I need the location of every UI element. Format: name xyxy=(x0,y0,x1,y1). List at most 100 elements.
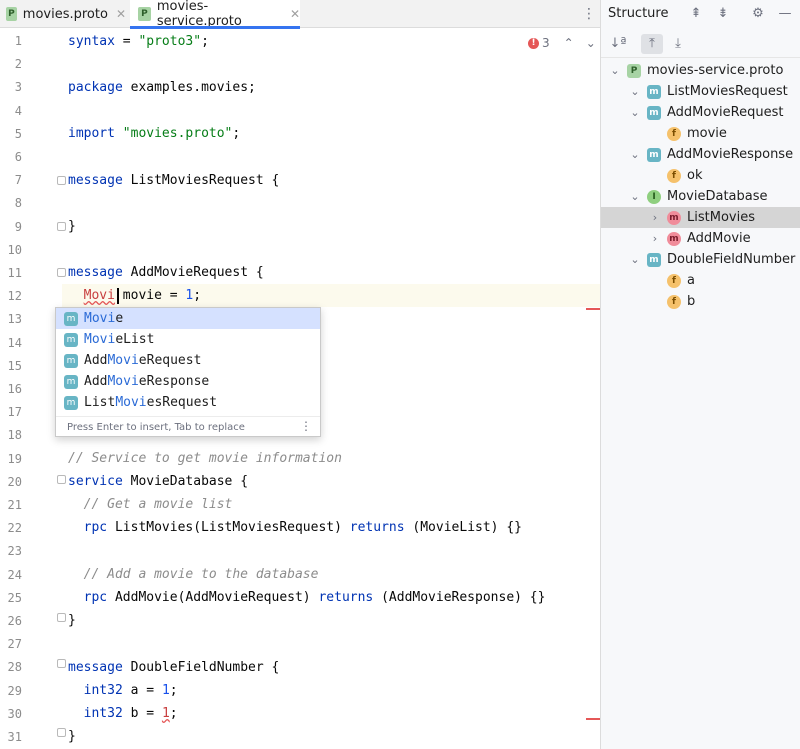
expand-all-icon[interactable]: ⇞ xyxy=(687,5,705,23)
code-editor[interactable]: 1 2 3 4 5 6 7 8 9 10 11 12 13 14 15 16 17 18 19 20 21 22 23 24 2… xyxy=(0,29,600,749)
tree-node-label: MovieDatabase xyxy=(667,189,768,204)
tree-node[interactable]: fa xyxy=(601,270,800,291)
next-highlight-icon[interactable]: ⌄ xyxy=(586,36,596,50)
completion-match: Movi xyxy=(115,395,147,410)
previous-highlight-icon[interactable]: ⌃ xyxy=(564,36,574,50)
chevron-down-icon[interactable]: ⌄ xyxy=(629,85,641,98)
message-icon: m xyxy=(64,332,78,347)
line-number: 23 xyxy=(7,544,22,559)
gear-icon[interactable]: ⚙ xyxy=(749,5,767,23)
tree-node[interactable]: ⌄ Pmovies-service.proto xyxy=(601,60,800,81)
tree-node[interactable]: f ok xyxy=(601,165,800,186)
close-icon[interactable]: ✕ xyxy=(116,7,126,21)
scroll-to-source-icon[interactable]: ⤓ xyxy=(667,34,689,54)
field-icon: f xyxy=(667,273,681,288)
completion-text: esRequest xyxy=(146,395,218,410)
code-text: = xyxy=(114,34,139,49)
tree-node[interactable]: ⌄ m DoubleFieldNumber xyxy=(601,249,800,270)
code-completion-popup[interactable]: m Movi e m Movi eList m Add Movi eRequest m Add M… xyxy=(55,307,321,437)
string-literal: "proto3" xyxy=(138,34,202,49)
error-stripe-marker[interactable] xyxy=(586,718,600,720)
fold-icon[interactable] xyxy=(57,268,66,277)
string-literal: "movies.proto" xyxy=(122,126,233,141)
line-number: 9 xyxy=(14,219,22,234)
fold-icon[interactable] xyxy=(57,613,66,622)
field-icon: f xyxy=(667,294,681,309)
tree-node[interactable]: › m AddMovie xyxy=(601,228,800,249)
more-options-icon[interactable]: ⋮ xyxy=(300,419,312,433)
code-text: ; xyxy=(201,34,209,49)
tree-node[interactable]: ⌄ m ListMoviesRequest xyxy=(601,81,800,102)
tree-node-label: AddMovie xyxy=(687,231,751,246)
code-line-9: } xyxy=(68,215,76,238)
fold-icon[interactable] xyxy=(57,176,66,185)
code-text: (AddMovieResponse) {} xyxy=(373,590,546,605)
code-text: AddMovie(AddMovieRequest) xyxy=(107,590,319,605)
chevron-down-icon[interactable]: ⌄ xyxy=(629,106,641,119)
completion-item[interactable]: m Add Movi eRequest xyxy=(56,350,320,371)
keyword: message xyxy=(68,660,123,675)
collapse-all-icon[interactable]: ⇟ xyxy=(714,5,732,23)
tree-node-label: AddMovieResponse xyxy=(667,147,794,162)
line-number: 17 xyxy=(7,405,22,420)
tree-node[interactable]: fb xyxy=(601,291,800,312)
code-line-1: syntax = "proto3"; xyxy=(68,30,209,53)
line-number: 21 xyxy=(7,498,22,512)
tree-node[interactable]: ⌄ m AddMovieResponse xyxy=(601,144,800,165)
completion-item[interactable]: m Movi e xyxy=(56,308,320,329)
chevron-down-icon[interactable]: ⌄ xyxy=(609,64,621,77)
code-line-5: import "movies.proto"; xyxy=(68,122,240,145)
chevron-down-icon[interactable]: ⌄ xyxy=(629,190,641,203)
line-number: 12 xyxy=(7,289,22,304)
file-icon: P xyxy=(627,63,641,78)
inspection-widget[interactable]: ! 3 ⌃ ⌄ xyxy=(528,33,596,53)
tab-movies-service-proto[interactable]: P movies-service.proto ✕ xyxy=(130,0,300,29)
tree-node[interactable]: › m ListMovies xyxy=(601,207,800,228)
line-number: 13 xyxy=(7,312,22,327)
scroll-from-source-icon[interactable]: ⤒ xyxy=(641,34,663,54)
chevron-down-icon[interactable]: ⌄ xyxy=(629,148,641,161)
chevron-right-icon[interactable]: › xyxy=(649,232,661,245)
code-text: ; xyxy=(193,288,202,303)
tree-node[interactable]: ⌄ I MovieDatabase xyxy=(601,186,800,207)
keyword: message xyxy=(68,173,123,188)
line-number: 8 xyxy=(14,196,22,211)
tab-menu-icon[interactable]: ⋮ xyxy=(582,6,596,22)
tree-node[interactable]: f movie xyxy=(601,123,800,144)
chevron-down-icon[interactable]: ⌄ xyxy=(629,253,641,266)
field-icon: f xyxy=(667,168,681,183)
fold-icon[interactable] xyxy=(57,728,66,737)
tree-node[interactable]: ⌄ m AddMovieRequest xyxy=(601,102,800,123)
line-number: 10 xyxy=(7,242,22,257)
completion-item[interactable]: m List Movi esRequest xyxy=(56,392,320,413)
fold-icon[interactable] xyxy=(57,659,66,668)
line-number: 25 xyxy=(7,590,22,605)
completion-item[interactable]: m Add Movi eResponse xyxy=(56,371,320,392)
line-gutter: 1 2 3 4 5 6 7 8 9 10 11 12 13 14 15 16 17 18 19 20 21 22 23 24 2… xyxy=(0,29,62,749)
code-text: ListMoviesRequest { xyxy=(122,173,280,188)
minimize-icon[interactable]: — xyxy=(776,5,794,23)
close-icon[interactable]: ✕ xyxy=(290,7,300,21)
code-line-12: Movi movie = 1; xyxy=(68,284,201,307)
code-text: ListMovies(ListMoviesRequest) xyxy=(107,520,350,535)
tree-node-label: movie xyxy=(687,126,727,141)
fold-icon[interactable] xyxy=(57,222,66,231)
completion-item[interactable]: m Movi eList xyxy=(56,329,320,350)
error-count: 3 xyxy=(542,36,550,50)
line-number: 16 xyxy=(7,382,22,396)
chevron-right-icon[interactable]: › xyxy=(649,211,661,224)
code-text: movie = xyxy=(114,288,186,303)
completion-match: Movi xyxy=(84,332,116,347)
message-icon: m xyxy=(64,395,78,410)
completion-match: Movi xyxy=(107,353,139,368)
sort-alpha-icon[interactable]: ↓ª xyxy=(607,34,629,54)
message-icon: m xyxy=(64,374,78,389)
message-icon: m xyxy=(64,353,78,368)
error-stripe-marker[interactable] xyxy=(586,308,600,310)
fold-icon[interactable] xyxy=(57,475,66,484)
msg-icon: m xyxy=(647,147,661,162)
tab-movies-proto[interactable]: P movies.proto ✕ xyxy=(6,0,126,28)
